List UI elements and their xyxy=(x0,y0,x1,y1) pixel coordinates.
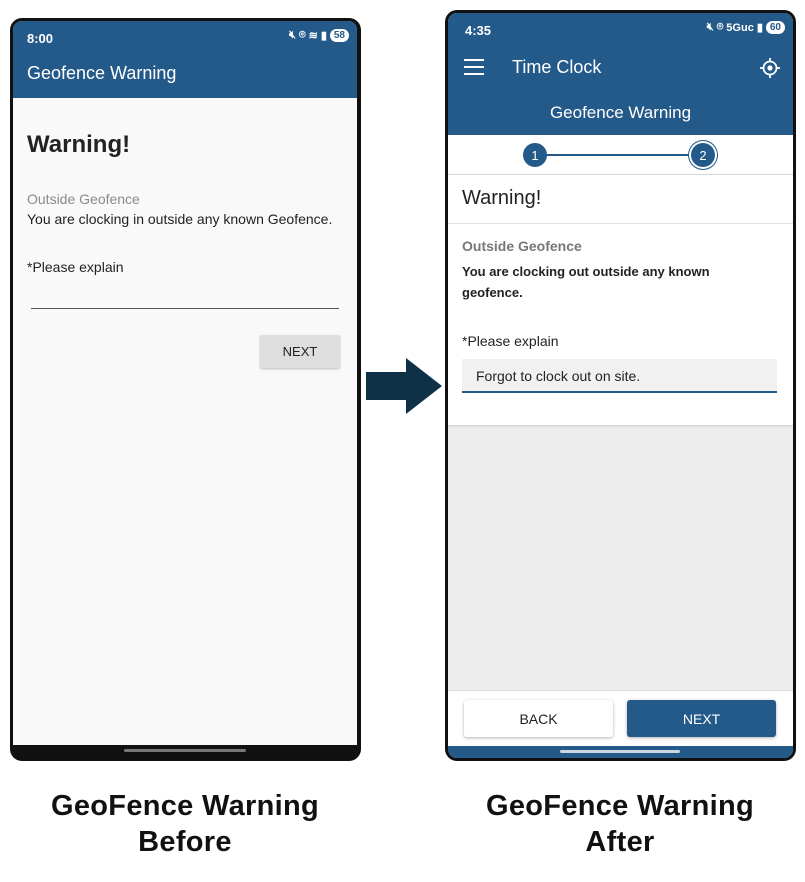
mute-icon: 🔇︎ xyxy=(706,21,714,33)
status-time: 4:35 xyxy=(465,23,492,38)
warning-title: Warning! xyxy=(462,187,542,209)
app-bar-title: Time Clock xyxy=(512,57,602,77)
signal-icon: ▮ xyxy=(756,22,763,34)
warning-title: Warning! xyxy=(27,131,131,158)
warning-message: You are clocking out outside any known g… xyxy=(462,264,710,300)
step-2-current[interactable]: 2 xyxy=(691,143,715,167)
status-time: 8:00 xyxy=(27,31,54,46)
page-subtitle: Geofence Warning xyxy=(448,91,793,135)
outside-geofence-label: Outside Geofence xyxy=(27,191,140,207)
nav-handle[interactable] xyxy=(124,749,246,752)
explain-label: *Please explain xyxy=(27,259,124,275)
explain-input[interactable] xyxy=(31,291,339,309)
bottom-action-bar: BACK NEXT xyxy=(448,690,793,746)
outside-geofence-label: Outside Geofence xyxy=(462,238,582,254)
stepper: 1 2 xyxy=(448,135,793,175)
signal-icon: ▮ xyxy=(320,30,327,42)
mute-icon: 🔇︎ xyxy=(289,29,296,41)
caption-before: GeoFence Warning Before xyxy=(5,788,365,860)
location-icon: ⌾ xyxy=(298,29,306,41)
next-button[interactable]: NEXT xyxy=(260,335,340,368)
network-label: 5Guc xyxy=(726,21,754,34)
caption-before-subtitle: Before xyxy=(138,826,232,858)
screen-before: 8:00 🔇︎ ⌾ ≋ ▮ 58 Geofence Warning Warnin… xyxy=(13,21,357,745)
next-button[interactable]: NEXT xyxy=(627,700,776,737)
battery-badge: 58 xyxy=(329,29,349,42)
back-button[interactable]: BACK xyxy=(464,700,613,737)
nav-bar xyxy=(448,746,793,758)
location-icon: ⌾ xyxy=(716,21,724,33)
screen-after: 4:35 🔇︎ ⌾ 5Guc ▮ 60 Time Clock Geofence … xyxy=(448,13,793,758)
caption-after-subtitle: After xyxy=(585,826,655,858)
status-bar: 4:35 🔇︎ ⌾ 5Guc ▮ 60 xyxy=(448,13,793,45)
status-icons: 🔇︎ ⌾ ≋ ▮ 58 xyxy=(289,29,349,42)
caption-before-title: GeoFence Warning xyxy=(51,790,319,822)
status-icons: 🔇︎ ⌾ 5Guc ▮ 60 xyxy=(707,21,785,34)
wifi-icon: ≋ xyxy=(308,30,318,42)
app-bar: Geofence Warning xyxy=(13,53,357,98)
status-bar: 8:00 🔇︎ ⌾ ≋ ▮ 58 xyxy=(13,21,357,53)
divider xyxy=(448,223,793,224)
step-1[interactable]: 1 xyxy=(523,143,547,167)
phone-after: 4:35 🔇︎ ⌾ 5Guc ▮ 60 Time Clock Geofence … xyxy=(445,10,796,761)
caption-after-title: GeoFence Warning xyxy=(486,790,754,822)
right-arrow-icon xyxy=(366,358,442,414)
menu-icon[interactable] xyxy=(464,59,484,75)
explain-input[interactable]: Forgot to clock out on site. xyxy=(462,359,777,393)
explain-label: *Please explain xyxy=(462,333,559,349)
phone-before: 8:00 🔇︎ ⌾ ≋ ▮ 58 Geofence Warning Warnin… xyxy=(10,18,361,761)
warning-card: Warning! Outside Geofence You are clocki… xyxy=(448,175,793,425)
battery-badge: 60 xyxy=(765,21,785,34)
warning-message: You are clocking in outside any known Ge… xyxy=(27,211,333,227)
app-bar-title: Geofence Warning xyxy=(27,63,177,83)
crosshair-location-icon[interactable] xyxy=(759,57,781,79)
stepper-line xyxy=(538,154,704,156)
nav-handle[interactable] xyxy=(560,750,680,753)
caption-after: GeoFence Warning After xyxy=(440,788,800,860)
